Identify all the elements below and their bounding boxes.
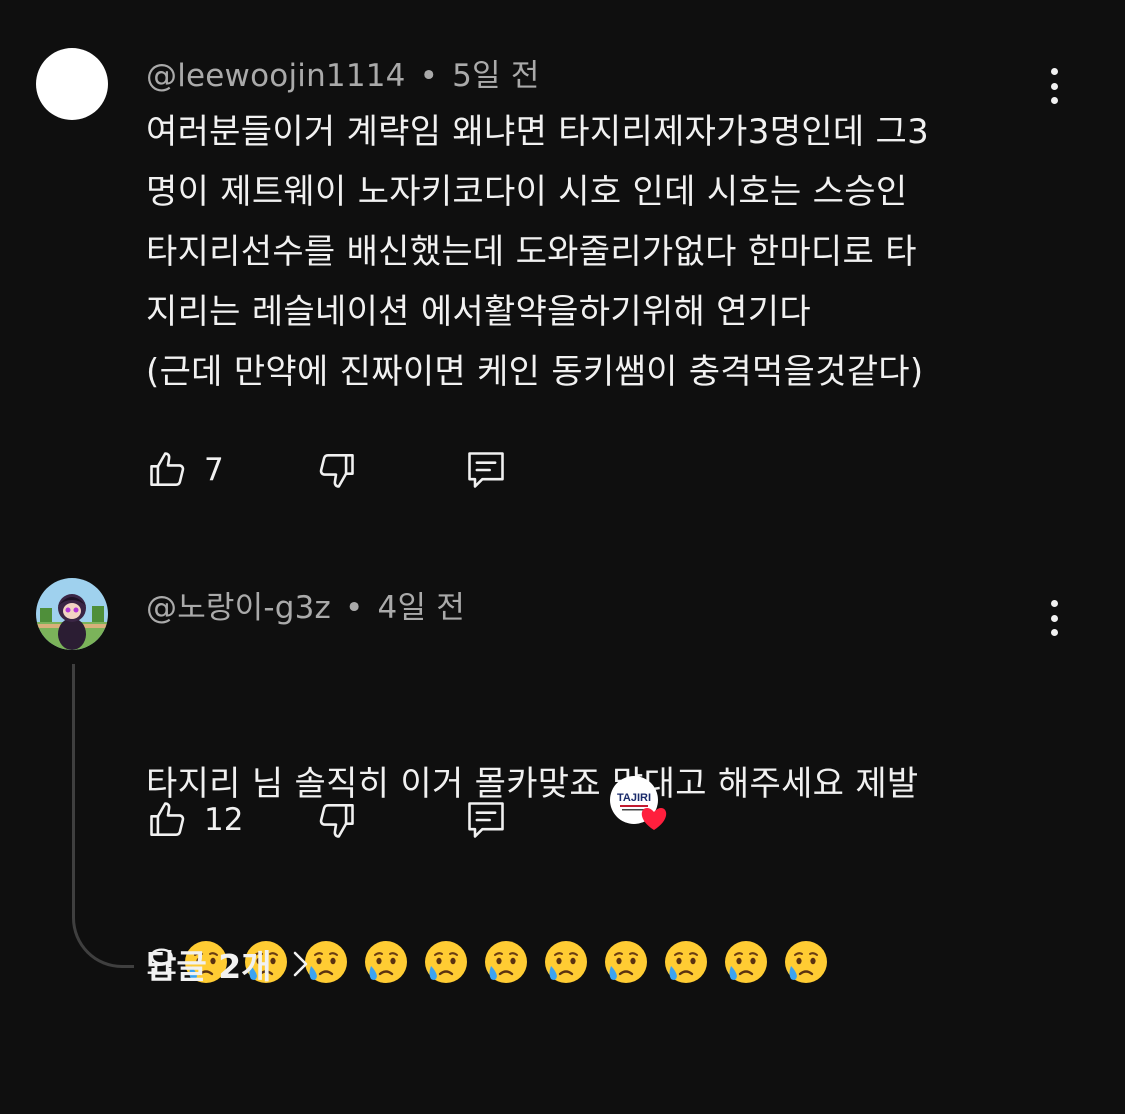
author-name[interactable]: @leewoojin1114 xyxy=(146,58,406,94)
comment-time: 5일 전 xyxy=(452,58,540,94)
meta-separator: • xyxy=(419,58,439,94)
thumb-down-icon[interactable] xyxy=(314,448,358,492)
like-count: 12 xyxy=(204,802,244,838)
crying-face-emoji xyxy=(424,940,467,983)
creator-badge-text: TAJIRI xyxy=(617,792,651,804)
creator-heart-badge: TAJIRI xyxy=(610,776,667,830)
crying-face-emoji xyxy=(544,940,587,983)
reply-comment-icon[interactable] xyxy=(464,448,508,492)
like-count: 7 xyxy=(204,452,224,488)
crying-face-emoji xyxy=(604,940,647,983)
comment-time: 4일 전 xyxy=(377,590,465,626)
comment-text: 타지리 님 솔직히 이거 몰카맞죠 맞대고 해주세요 제발 요 xyxy=(146,634,1046,1114)
chevron-right-icon xyxy=(293,951,307,977)
comment-meta: @leewoojin1114 • 5일 전 xyxy=(146,50,540,95)
comment-actions: 12 TAJIRI xyxy=(146,776,746,846)
reply-comment-icon[interactable] xyxy=(464,798,508,842)
comment-text: 여러분들이거 계략임 왜냐면 타지리제자가3명인데 그3 명이 제트웨이 노자키… xyxy=(146,112,930,392)
author-avatar[interactable] xyxy=(36,578,108,650)
meta-separator: • xyxy=(345,590,364,626)
comment-actions: 7 xyxy=(146,448,746,496)
crying-face-emoji xyxy=(664,940,707,983)
author-avatar[interactable] xyxy=(36,48,108,120)
crying-face-emoji xyxy=(784,940,827,983)
crying-face-emoji xyxy=(484,940,527,983)
comment-meta: @노랑이-g3z • 4일 전 xyxy=(146,582,465,627)
character-avatar-image xyxy=(36,578,108,650)
author-name[interactable]: @노랑이-g3z xyxy=(146,590,331,626)
thumb-up-icon[interactable] xyxy=(146,798,190,842)
view-replies-button[interactable]: 답글 2개 xyxy=(146,940,312,988)
crying-face-emoji xyxy=(724,940,767,983)
thread-connector-line xyxy=(72,664,134,968)
thumb-up-icon[interactable] xyxy=(146,448,190,492)
replies-label: 답글 2개 xyxy=(146,947,272,986)
crying-face-emoji xyxy=(364,940,407,983)
thumb-down-icon[interactable] xyxy=(314,798,358,842)
